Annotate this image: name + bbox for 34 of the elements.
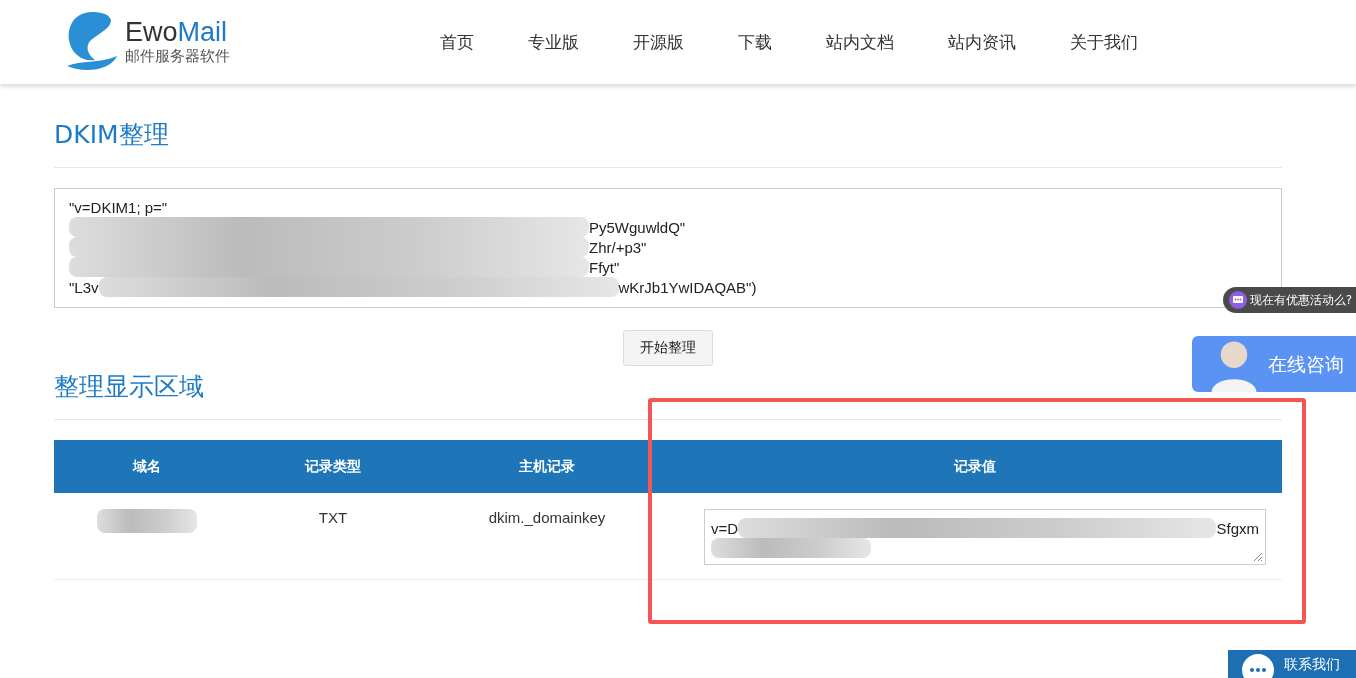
nav-link[interactable]: 站内资讯 — [948, 30, 1016, 54]
dkim-text: wKrJb1YwIDAQAB") — [618, 278, 757, 296]
start-button[interactable]: 开始整理 — [623, 330, 713, 366]
dkim-text: "v=DKIM1; p=" — [69, 198, 168, 216]
section-title: 整理显示区域 — [54, 371, 205, 403]
column-header: 记录值 — [668, 440, 1282, 493]
dkim-text: Py5WguwldQ" — [589, 218, 686, 236]
table-cell: TXT — [318, 509, 348, 526]
record-text: Sfgxm — [1216, 519, 1259, 537]
column-header: 域名 — [54, 440, 240, 493]
nav-link[interactable]: 下载 — [738, 30, 772, 54]
logo-wordmark: EwoMail — [125, 17, 229, 48]
contact-text: 联系我们 — [1284, 655, 1340, 674]
column-header: 主机记录 — [426, 440, 668, 493]
resize-grip-icon[interactable] — [1251, 550, 1263, 562]
nav-link[interactable]: 关于我们 — [1070, 30, 1138, 54]
contact-button[interactable]: 联系我们 — [1228, 650, 1356, 678]
chat-bubble[interactable]: 现在有优惠活动么? — [1222, 287, 1356, 313]
column-header: 记录类型 — [240, 440, 426, 493]
record-value-field[interactable]: v=D Sfgxm — [704, 509, 1266, 565]
table-cell: dkim._domainkey — [488, 509, 606, 526]
chat-icon — [1228, 291, 1247, 309]
nav-link[interactable]: 开源版 — [633, 30, 684, 54]
consult-text: 在线咨询 — [1268, 352, 1344, 377]
nav-link[interactable]: 首页 — [440, 30, 474, 54]
dkim-text: Ffyt" — [589, 258, 620, 276]
dkim-text: Zhr/+p3" — [589, 238, 647, 256]
record-text: v=D — [711, 519, 739, 537]
logo-tagline: 邮件服务器软件 — [125, 47, 230, 67]
section-title: DKIM整理 — [54, 119, 170, 151]
chat-icon — [1242, 654, 1274, 678]
dkim-text: "L3v — [69, 278, 99, 296]
nav-link[interactable]: 站内文档 — [826, 30, 894, 54]
nav-link[interactable]: 专业版 — [528, 30, 579, 54]
